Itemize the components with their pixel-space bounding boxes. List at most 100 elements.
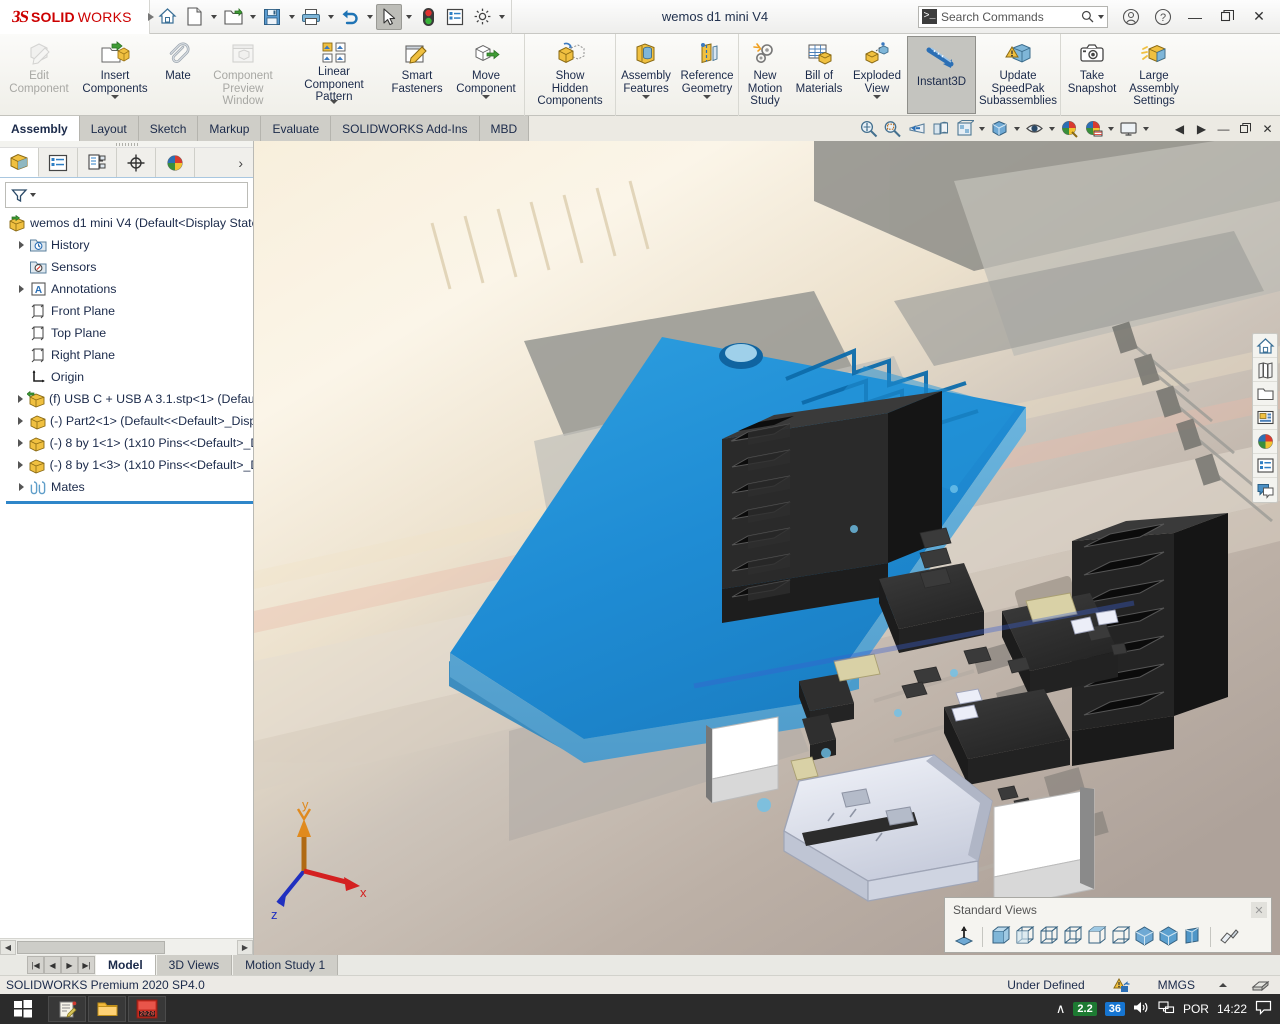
tab-assembly[interactable]: Assembly <box>0 116 80 141</box>
doc-restore-button[interactable] <box>1237 120 1254 137</box>
left-view-icon[interactable] <box>1038 925 1059 949</box>
expand-arrow-icon[interactable] <box>14 282 28 296</box>
tray-badge-green[interactable]: 2.2 <box>1073 1002 1097 1016</box>
tray-chevron-icon[interactable]: ∧ <box>1056 1001 1066 1017</box>
component-preview-window-button[interactable]: Component Preview Window <box>204 34 282 116</box>
viewport-layout-icon[interactable] <box>1117 118 1139 140</box>
view-palette-icon[interactable] <box>1253 406 1277 430</box>
search-input[interactable]: >_ Search Commands <box>918 5 1108 28</box>
expand-arrow-icon[interactable] <box>14 480 28 494</box>
exploded-view-dropdown[interactable] <box>873 95 881 112</box>
section-view-icon[interactable] <box>929 118 951 140</box>
tab-markup[interactable]: Markup <box>198 116 262 141</box>
select-dropdown[interactable] <box>403 4 414 30</box>
previous-view-icon[interactable] <box>905 118 927 140</box>
exploded-view-button[interactable]: Exploded View <box>847 34 907 116</box>
trimetric-view-icon[interactable] <box>1158 925 1179 949</box>
dimxpert-manager-tab[interactable] <box>117 148 156 177</box>
display-style-dropdown[interactable] <box>1012 118 1021 140</box>
markup-comments-icon[interactable] <box>1253 478 1277 502</box>
tree-item-mates[interactable]: Mates <box>6 476 253 498</box>
file-properties-icon[interactable] <box>442 4 468 30</box>
home-view-icon[interactable] <box>1253 334 1277 358</box>
scroll-left-arrow-icon[interactable]: ◀ <box>0 939 16 955</box>
nav-prev-icon[interactable]: ◀ <box>44 956 61 974</box>
appearances-scenes-icon[interactable] <box>1253 430 1277 454</box>
tree-item-8by1-1-component[interactable]: (-) 8 by 1<1> (1x10 Pins<<Default>_Di <box>6 432 253 454</box>
smart-fasteners-button[interactable]: Smart Fasteners <box>386 34 448 116</box>
search-dropdown-caret-icon[interactable] <box>1098 14 1104 19</box>
home-icon[interactable] <box>154 4 180 30</box>
view-orientation-icon[interactable] <box>953 118 975 140</box>
tree-item-top-plane[interactable]: Top Plane <box>6 322 253 344</box>
property-manager-tab[interactable] <box>39 148 78 177</box>
display-manager-tab[interactable] <box>156 148 195 177</box>
view-orientation-dropdown[interactable] <box>977 118 986 140</box>
tree-horizontal-scrollbar[interactable]: ◀ ▶ <box>0 938 253 955</box>
back-view-icon[interactable] <box>1014 925 1035 949</box>
save-icon[interactable] <box>259 4 285 30</box>
scroll-thumb[interactable] <box>17 940 165 954</box>
isometric-view-icon[interactable] <box>1134 925 1155 949</box>
rebuild-status-icon[interactable] <box>415 4 441 30</box>
windows-start-icon[interactable] <box>0 994 46 1024</box>
print-icon[interactable] <box>298 4 324 30</box>
tree-filter-input[interactable] <box>5 182 248 208</box>
save-dropdown[interactable] <box>286 4 297 30</box>
network-icon[interactable] <box>1158 1000 1175 1018</box>
assembly-features-dropdown[interactable] <box>642 95 650 112</box>
language-indicator[interactable]: POR <box>1183 1002 1209 1016</box>
tab-layout[interactable]: Layout <box>79 116 139 141</box>
file-explorer-icon[interactable] <box>1253 382 1277 406</box>
options-gear-icon[interactable] <box>469 4 495 30</box>
assembly-features-button[interactable]: Assembly Features <box>616 34 676 116</box>
tab-mbd[interactable]: MBD <box>479 116 530 141</box>
tree-item-origin[interactable]: Origin <box>6 366 253 388</box>
rebuild-warning-icon[interactable] <box>1099 977 1144 993</box>
take-snapshot-button[interactable]: Take Snapshot <box>1061 34 1123 116</box>
move-component-dropdown[interactable] <box>482 95 490 112</box>
units-label[interactable]: MMGS <box>1144 978 1209 992</box>
update-speedpak-button[interactable]: Update SpeedPak Subassemblies <box>976 34 1060 116</box>
overlay-icon[interactable] <box>1237 978 1280 993</box>
linear-component-pattern-button[interactable]: Linear Component Pattern <box>282 34 386 116</box>
undo-icon[interactable] <box>337 4 363 30</box>
help-icon[interactable]: ? <box>1148 4 1178 30</box>
units-dropdown-caret-icon[interactable] <box>1209 983 1237 987</box>
apply-scene-icon[interactable] <box>1058 118 1080 140</box>
normal-to-icon[interactable] <box>953 925 975 950</box>
right-view-icon[interactable] <box>1062 925 1083 949</box>
nav-last-icon[interactable]: ▶| <box>78 956 95 974</box>
notepad-taskbar-icon[interactable] <box>48 996 86 1022</box>
edit-appearance-icon[interactable] <box>1082 118 1104 140</box>
close-button[interactable]: ✕ <box>1244 4 1274 30</box>
tree-item-part2-component[interactable]: (-) Part2<1> (Default<<Default>_Displ <box>6 410 253 432</box>
minimize-button[interactable]: — <box>1180 4 1210 30</box>
tray-badge-blue[interactable]: 36 <box>1104 1002 1125 1016</box>
view-selector-icon[interactable] <box>1218 926 1240 949</box>
move-component-button[interactable]: Move Component <box>448 34 524 116</box>
show-hidden-components-button[interactable]: Show Hidden Components <box>525 34 615 116</box>
tree-item-annotations[interactable]: A Annotations <box>6 278 253 300</box>
expand-arrow-icon[interactable] <box>14 392 27 406</box>
tab-evaluate[interactable]: Evaluate <box>261 116 332 141</box>
nav-first-icon[interactable]: |◀ <box>27 956 44 974</box>
doc-prev-button[interactable]: ◀ <box>1171 120 1188 137</box>
insert-components-button[interactable]: Insert Components <box>78 34 152 116</box>
zoom-to-fit-icon[interactable] <box>857 118 879 140</box>
expand-arrow-icon[interactable] <box>14 458 27 472</box>
zoom-to-area-icon[interactable] <box>881 118 903 140</box>
tree-item-front-plane[interactable]: Front Plane <box>6 300 253 322</box>
front-view-icon[interactable] <box>990 925 1011 949</box>
standard-views-close-icon[interactable]: ✕ <box>1251 902 1267 918</box>
options-dropdown[interactable] <box>496 4 507 30</box>
account-icon[interactable] <box>1116 4 1146 30</box>
hide-show-items-icon[interactable] <box>1023 118 1045 140</box>
expand-arrow-icon[interactable] <box>14 414 28 428</box>
graphics-viewport[interactable]: z y x Standard Views ✕ <box>254 141 1280 955</box>
reference-geometry-button[interactable]: Reference Geometry <box>676 34 738 116</box>
expand-arrow-icon[interactable] <box>14 436 27 450</box>
doc-minimize-button[interactable]: — <box>1215 120 1232 137</box>
hide-show-items-dropdown[interactable] <box>1047 118 1056 140</box>
clock[interactable]: 14:22 <box>1217 1002 1247 1016</box>
